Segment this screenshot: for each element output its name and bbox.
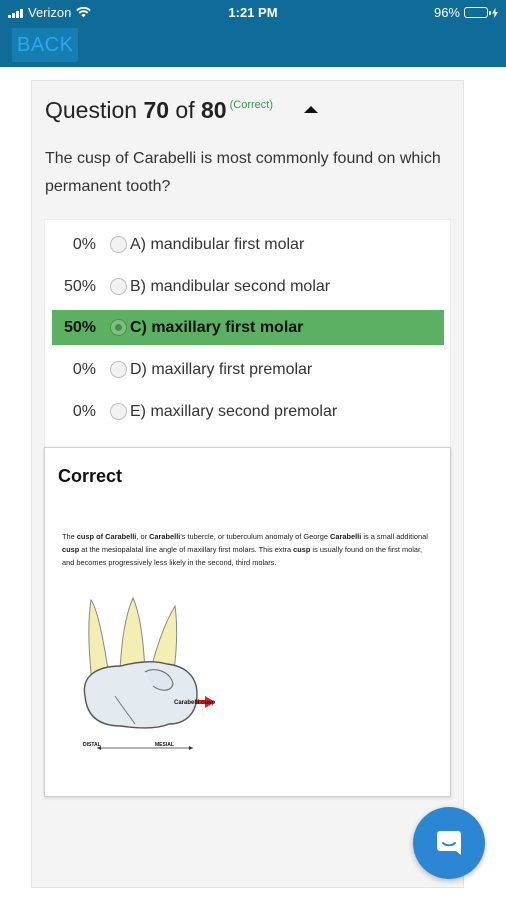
- question-header[interactable]: Question 70 of 80 (Correct): [45, 97, 445, 133]
- question-number: 70: [143, 97, 170, 123]
- answer-label: D) maxillary first premolar: [130, 360, 313, 378]
- question-total: 80: [201, 97, 227, 123]
- status-bar: Verizon 1:21 PM 96%: [0, 0, 506, 26]
- radio-icon[interactable]: [110, 278, 127, 295]
- answer-option-a[interactable]: 0% A) mandibular first molar: [52, 227, 444, 262]
- radio-icon[interactable]: [110, 236, 127, 253]
- mesial-label: MESIAL: [155, 742, 174, 748]
- tooth-illustration: [83, 596, 215, 750]
- answer-percent: 0%: [72, 402, 96, 420]
- answer-option-b[interactable]: 50% B) mandibular second molar: [52, 269, 444, 304]
- answer-label: A) mandibular first molar: [130, 235, 305, 253]
- charging-icon: [492, 7, 498, 18]
- chat-button[interactable]: [413, 807, 485, 879]
- collapse-caret-icon[interactable]: [304, 106, 318, 113]
- answer-percent: 50%: [63, 318, 96, 336]
- answer-option-c[interactable]: 50% C) maxillary first molar: [52, 310, 444, 345]
- question-card: Question 70 of 80 (Correct) The cusp of C…: [31, 80, 464, 888]
- radio-icon[interactable]: [110, 403, 127, 420]
- answer-option-e[interactable]: 0% E) maxillary second premolar: [52, 394, 444, 429]
- answer-label: B) mandibular second molar: [130, 277, 331, 295]
- explanation-panel: Correct The cusp of Carabelli, or Carabe…: [44, 447, 451, 797]
- top-bar: Verizon 1:21 PM 96% BACK: [0, 0, 506, 67]
- explanation-title: Correct: [58, 466, 123, 486]
- radio-selected-icon[interactable]: [110, 319, 127, 336]
- distal-label: DISTAL: [83, 742, 101, 748]
- question-prefix: Question: [45, 97, 144, 123]
- answer-label: C) maxillary first molar: [130, 318, 304, 336]
- answer-percent: 0%: [72, 360, 96, 378]
- question-text: The cusp of Carabelli is most commonly f…: [45, 150, 441, 195]
- answer-label: E) maxillary second premolar: [130, 402, 338, 420]
- explanation-text: The cusp of Carabelli, or Carabelli's tu…: [62, 532, 428, 567]
- verdict-badge: (Correct): [229, 99, 273, 111]
- radio-icon[interactable]: [110, 361, 127, 378]
- back-button[interactable]: BACK: [12, 28, 79, 62]
- answer-percent: 50%: [63, 277, 96, 295]
- chat-bubble-icon: [437, 831, 461, 855]
- answer-option-d[interactable]: 0% D) maxillary first premolar: [52, 352, 444, 387]
- carabelli-cusp-label: Carabelli cusp: [174, 700, 216, 706]
- answer-percent: 0%: [72, 235, 96, 253]
- clock: 1:21 PM: [228, 5, 278, 20]
- question-of: of: [169, 97, 202, 123]
- battery-icon: [464, 7, 491, 18]
- battery-info: 96%: [434, 5, 498, 20]
- battery-percent: 96%: [433, 5, 460, 20]
